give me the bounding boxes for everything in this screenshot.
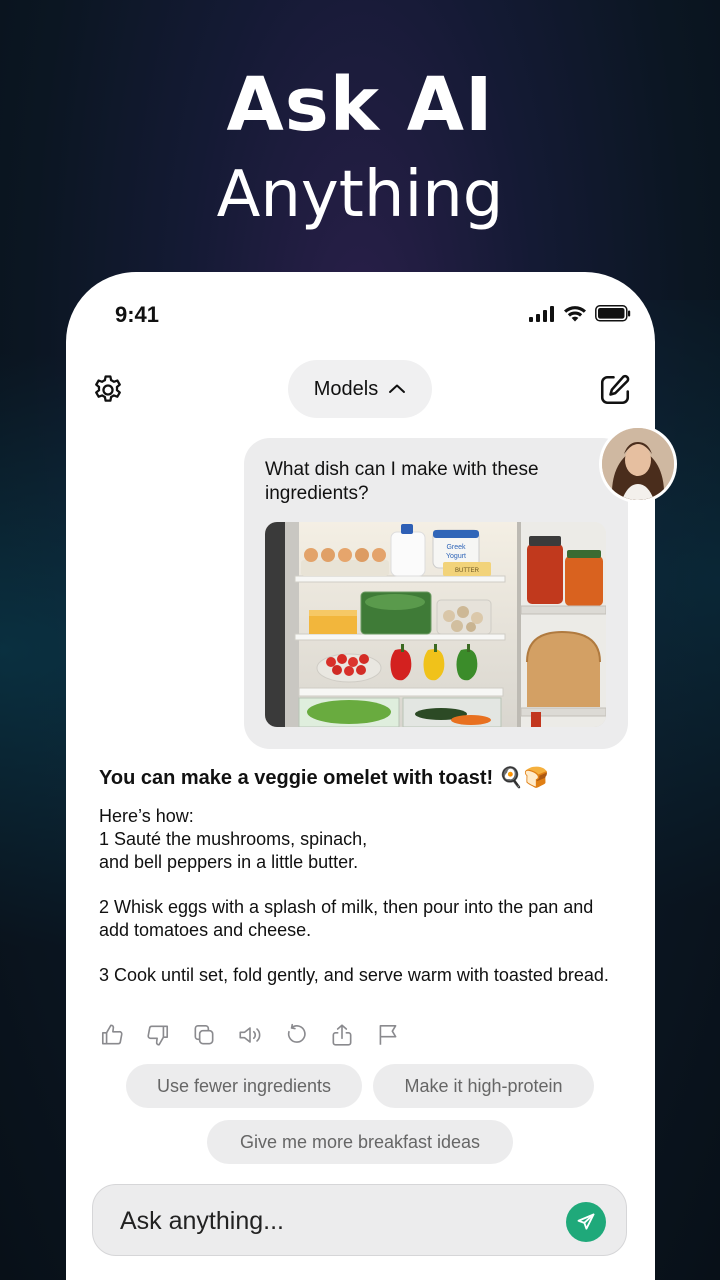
compose-icon: [600, 374, 630, 405]
copy-icon[interactable]: [191, 1022, 217, 1048]
svg-text:BUTTER: BUTTER: [455, 568, 480, 574]
hero-subtitle: Anything: [216, 158, 504, 232]
hero: Ask AI Anything: [0, 62, 720, 240]
top-bar: Models: [66, 360, 655, 420]
suggestion-chip[interactable]: Use fewer ingredients: [126, 1064, 362, 1108]
response-intro: Here’s how:: [99, 806, 194, 826]
flag-icon[interactable]: [375, 1022, 401, 1048]
assistant-response: You can make a veggie omelet with toast!…: [99, 765, 619, 987]
fridge-photo[interactable]: Greek Yogurt BUTTER: [265, 522, 606, 727]
hero-title: Ask AI: [226, 62, 494, 148]
new-chat-button[interactable]: [595, 370, 635, 410]
response-step-2: 2 Whisk eggs with a splash of milk, then…: [99, 897, 594, 940]
response-title: You can make a veggie omelet with toast!…: [99, 767, 549, 789]
response-step-1-line-1: 1 Sauté the mushrooms, spinach,: [99, 829, 368, 849]
user-message-text: What dish can I make with these ingredie…: [265, 459, 539, 504]
yogurt-label: Greek: [446, 544, 466, 551]
regenerate-icon[interactable]: [283, 1022, 309, 1048]
thumbs-down-icon[interactable]: [145, 1022, 171, 1048]
fridge-image: Greek Yogurt BUTTER: [265, 522, 606, 727]
response-actions: [99, 1022, 401, 1048]
gear-icon: [95, 375, 121, 402]
speaker-icon[interactable]: [237, 1022, 263, 1048]
svg-text:Yogurt: Yogurt: [446, 553, 466, 560]
status-icons: [529, 305, 631, 322]
send-button[interactable]: [566, 1202, 606, 1242]
wifi-icon: [564, 306, 586, 322]
share-icon[interactable]: [329, 1022, 355, 1048]
status-bar: 9:41: [66, 272, 655, 362]
avatar-image: [602, 428, 674, 500]
response-step-3: 3 Cook until set, fold gently, and serve…: [99, 965, 609, 985]
battery-icon: [595, 305, 631, 322]
user-message-bubble: What dish can I make with these ingredie…: [244, 438, 628, 749]
message-input[interactable]: [120, 1185, 540, 1257]
suggestion-chip[interactable]: Give me more breakfast ideas: [207, 1120, 513, 1164]
response-body: Here’s how: 1 Sauté the mushrooms, spina…: [99, 805, 619, 987]
suggestion-chip[interactable]: Make it high-protein: [373, 1064, 594, 1108]
settings-button[interactable]: [90, 372, 126, 408]
user-avatar[interactable]: [599, 425, 677, 503]
status-time: 9:41: [115, 302, 160, 327]
phone-screen: 9:41 Models What dish can I make with th…: [66, 272, 677, 1280]
chevron-up-icon: [389, 384, 406, 393]
cellular-signal-icon: [529, 305, 554, 322]
thumbs-up-icon[interactable]: [99, 1022, 125, 1048]
message-input-bar: [92, 1184, 627, 1257]
send-icon: [577, 1213, 595, 1230]
models-dropdown-button[interactable]: Models: [288, 360, 432, 418]
response-step-1-line-2: and bell peppers in a little butter.: [99, 852, 359, 872]
models-label: Models: [313, 377, 379, 400]
